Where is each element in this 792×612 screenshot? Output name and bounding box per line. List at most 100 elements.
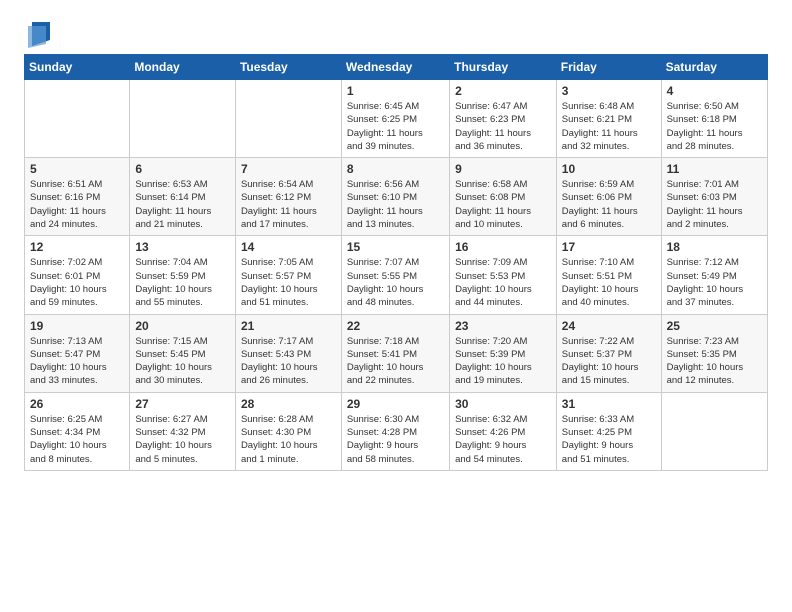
day-number: 27	[135, 397, 230, 411]
calendar-cell: 30 Sunrise: 6:32 AM Sunset: 4:26 PM Dayli…	[450, 392, 557, 470]
calendar-cell	[235, 80, 341, 158]
day-info: Sunrise: 6:27 AM Sunset: 4:32 PM Dayligh…	[135, 413, 230, 466]
weekday-header-thursday: Thursday	[450, 55, 557, 80]
day-info: Sunrise: 6:47 AM Sunset: 6:23 PM Dayligh…	[455, 100, 551, 153]
day-number: 30	[455, 397, 551, 411]
day-info: Sunrise: 6:48 AM Sunset: 6:21 PM Dayligh…	[562, 100, 656, 153]
day-info: Sunrise: 6:56 AM Sunset: 6:10 PM Dayligh…	[347, 178, 444, 231]
weekday-header-sunday: Sunday	[25, 55, 130, 80]
day-info: Sunrise: 6:28 AM Sunset: 4:30 PM Dayligh…	[241, 413, 336, 466]
day-info: Sunrise: 6:30 AM Sunset: 4:28 PM Dayligh…	[347, 413, 444, 466]
day-number: 29	[347, 397, 444, 411]
calendar-cell	[130, 80, 236, 158]
day-number: 2	[455, 84, 551, 98]
calendar-cell: 13 Sunrise: 7:04 AM Sunset: 5:59 PM Dayli…	[130, 236, 236, 314]
day-info: Sunrise: 7:22 AM Sunset: 5:37 PM Dayligh…	[562, 335, 656, 388]
week-row-4: 19 Sunrise: 7:13 AM Sunset: 5:47 PM Dayli…	[25, 314, 768, 392]
calendar-cell: 12Sunrise: 7:02 AM Sunset: 6:01 PM Dayli…	[25, 236, 130, 314]
day-number: 9	[455, 162, 551, 176]
day-number: 18	[667, 240, 762, 254]
calendar-cell: 31 Sunrise: 6:33 AM Sunset: 4:25 PM Dayli…	[556, 392, 661, 470]
weekday-header-saturday: Saturday	[661, 55, 767, 80]
week-row-5: 26 Sunrise: 6:25 AM Sunset: 4:34 PM Dayli…	[25, 392, 768, 470]
day-info: Sunrise: 6:58 AM Sunset: 6:08 PM Dayligh…	[455, 178, 551, 231]
calendar-cell: 14 Sunrise: 7:05 AM Sunset: 5:57 PM Dayli…	[235, 236, 341, 314]
calendar-cell: 4 Sunrise: 6:50 AM Sunset: 6:18 PM Daylig…	[661, 80, 767, 158]
weekday-header-friday: Friday	[556, 55, 661, 80]
day-number: 24	[562, 319, 656, 333]
day-info: Sunrise: 6:54 AM Sunset: 6:12 PM Dayligh…	[241, 178, 336, 231]
day-info: Sunrise: 7:13 AM Sunset: 5:47 PM Dayligh…	[30, 335, 124, 388]
calendar-cell: 8Sunrise: 6:56 AM Sunset: 6:10 PM Daylig…	[341, 158, 449, 236]
day-number: 5	[30, 162, 124, 176]
calendar-cell: 16 Sunrise: 7:09 AM Sunset: 5:53 PM Dayli…	[450, 236, 557, 314]
calendar: SundayMondayTuesdayWednesdayThursdayFrid…	[24, 54, 768, 471]
calendar-cell: 5 Sunrise: 6:51 AM Sunset: 6:16 PM Daylig…	[25, 158, 130, 236]
day-number: 31	[562, 397, 656, 411]
calendar-cell: 23 Sunrise: 7:20 AM Sunset: 5:39 PM Dayli…	[450, 314, 557, 392]
day-info: Sunrise: 7:17 AM Sunset: 5:43 PM Dayligh…	[241, 335, 336, 388]
calendar-cell: 2 Sunrise: 6:47 AM Sunset: 6:23 PM Daylig…	[450, 80, 557, 158]
calendar-cell: 24 Sunrise: 7:22 AM Sunset: 5:37 PM Dayli…	[556, 314, 661, 392]
day-info: Sunrise: 7:09 AM Sunset: 5:53 PM Dayligh…	[455, 256, 551, 309]
calendar-cell	[661, 392, 767, 470]
day-number: 21	[241, 319, 336, 333]
calendar-cell: 11 Sunrise: 7:01 AM Sunset: 6:03 PM Dayli…	[661, 158, 767, 236]
day-number: 17	[562, 240, 656, 254]
day-info: Sunrise: 6:25 AM Sunset: 4:34 PM Dayligh…	[30, 413, 124, 466]
calendar-cell: 7Sunrise: 6:54 AM Sunset: 6:12 PM Daylig…	[235, 158, 341, 236]
calendar-cell: 26 Sunrise: 6:25 AM Sunset: 4:34 PM Dayli…	[25, 392, 130, 470]
day-info: Sunrise: 7:20 AM Sunset: 5:39 PM Dayligh…	[455, 335, 551, 388]
calendar-cell: 6 Sunrise: 6:53 AM Sunset: 6:14 PM Daylig…	[130, 158, 236, 236]
calendar-cell: 29 Sunrise: 6:30 AM Sunset: 4:28 PM Dayli…	[341, 392, 449, 470]
day-number: 16	[455, 240, 551, 254]
calendar-cell: 21 Sunrise: 7:17 AM Sunset: 5:43 PM Dayli…	[235, 314, 341, 392]
calendar-cell: 28 Sunrise: 6:28 AM Sunset: 4:30 PM Dayli…	[235, 392, 341, 470]
calendar-cell: 19 Sunrise: 7:13 AM Sunset: 5:47 PM Dayli…	[25, 314, 130, 392]
day-number: 13	[135, 240, 230, 254]
day-info: Sunrise: 6:45 AM Sunset: 6:25 PM Dayligh…	[347, 100, 444, 153]
day-number: 22	[347, 319, 444, 333]
day-number: 1	[347, 84, 444, 98]
day-number: 10	[562, 162, 656, 176]
weekday-header-tuesday: Tuesday	[235, 55, 341, 80]
day-number: 3	[562, 84, 656, 98]
day-number: 23	[455, 319, 551, 333]
calendar-cell: 27 Sunrise: 6:27 AM Sunset: 4:32 PM Dayli…	[130, 392, 236, 470]
day-info: Sunrise: 6:33 AM Sunset: 4:25 PM Dayligh…	[562, 413, 656, 466]
week-row-3: 12Sunrise: 7:02 AM Sunset: 6:01 PM Dayli…	[25, 236, 768, 314]
day-number: 14	[241, 240, 336, 254]
calendar-cell: 17 Sunrise: 7:10 AM Sunset: 5:51 PM Dayli…	[556, 236, 661, 314]
weekday-header-wednesday: Wednesday	[341, 55, 449, 80]
calendar-cell: 18 Sunrise: 7:12 AM Sunset: 5:49 PM Dayli…	[661, 236, 767, 314]
day-number: 19	[30, 319, 124, 333]
calendar-cell	[25, 80, 130, 158]
day-number: 6	[135, 162, 230, 176]
day-info: Sunrise: 7:10 AM Sunset: 5:51 PM Dayligh…	[562, 256, 656, 309]
day-number: 28	[241, 397, 336, 411]
day-number: 4	[667, 84, 762, 98]
day-number: 26	[30, 397, 124, 411]
page: SundayMondayTuesdayWednesdayThursdayFrid…	[0, 0, 792, 491]
day-info: Sunrise: 7:23 AM Sunset: 5:35 PM Dayligh…	[667, 335, 762, 388]
day-info: Sunrise: 6:50 AM Sunset: 6:18 PM Dayligh…	[667, 100, 762, 153]
day-number: 11	[667, 162, 762, 176]
day-info: Sunrise: 7:05 AM Sunset: 5:57 PM Dayligh…	[241, 256, 336, 309]
day-info: Sunrise: 6:32 AM Sunset: 4:26 PM Dayligh…	[455, 413, 551, 466]
day-info: Sunrise: 7:04 AM Sunset: 5:59 PM Dayligh…	[135, 256, 230, 309]
day-info: Sunrise: 7:12 AM Sunset: 5:49 PM Dayligh…	[667, 256, 762, 309]
day-info: Sunrise: 6:51 AM Sunset: 6:16 PM Dayligh…	[30, 178, 124, 231]
calendar-cell: 25 Sunrise: 7:23 AM Sunset: 5:35 PM Dayli…	[661, 314, 767, 392]
day-info: Sunrise: 6:53 AM Sunset: 6:14 PM Dayligh…	[135, 178, 230, 231]
week-row-1: 1 Sunrise: 6:45 AM Sunset: 6:25 PM Daylig…	[25, 80, 768, 158]
logo-icon	[28, 20, 50, 48]
day-number: 20	[135, 319, 230, 333]
day-info: Sunrise: 7:01 AM Sunset: 6:03 PM Dayligh…	[667, 178, 762, 231]
calendar-cell: 3 Sunrise: 6:48 AM Sunset: 6:21 PM Daylig…	[556, 80, 661, 158]
day-info: Sunrise: 6:59 AM Sunset: 6:06 PM Dayligh…	[562, 178, 656, 231]
calendar-cell: 20Sunrise: 7:15 AM Sunset: 5:45 PM Dayli…	[130, 314, 236, 392]
day-number: 25	[667, 319, 762, 333]
weekday-header-row: SundayMondayTuesdayWednesdayThursdayFrid…	[25, 55, 768, 80]
day-number: 12	[30, 240, 124, 254]
calendar-cell: 9 Sunrise: 6:58 AM Sunset: 6:08 PM Daylig…	[450, 158, 557, 236]
